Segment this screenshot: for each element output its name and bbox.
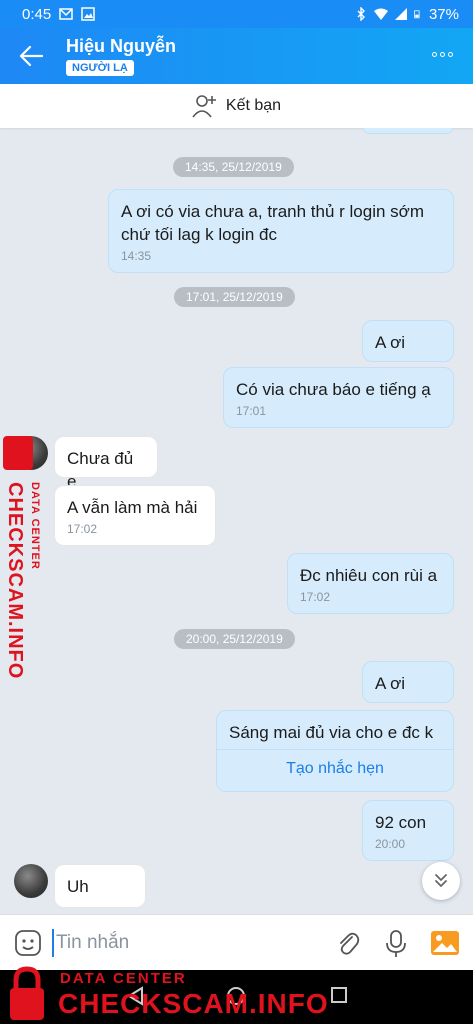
- message-bubble-outgoing[interactable]: A ơi: [362, 320, 454, 362]
- image-icon[interactable]: [430, 929, 460, 957]
- nav-home-icon[interactable]: [226, 986, 246, 1006]
- message-bubble-outgoing[interactable]: 92 con 20:00: [362, 800, 454, 861]
- message-text: A ơi: [375, 333, 406, 352]
- add-friend-button[interactable]: Kết bạn: [0, 84, 473, 128]
- scroll-down-icon: [435, 874, 447, 887]
- wifi-icon: [373, 8, 388, 20]
- system-nav-bar: [0, 970, 473, 1024]
- message-bubble-incoming[interactable]: A vẫn làm mà hải 17:02: [54, 485, 216, 546]
- sticker-icon[interactable]: [14, 929, 42, 957]
- stranger-badge: NGƯỜI LẠ: [66, 60, 134, 76]
- message-time: 20:00: [375, 837, 406, 851]
- message-bubble-outgoing[interactable]: Sáng mai đủ via cho e đc k: [216, 710, 454, 792]
- add-friend-icon: [192, 95, 216, 118]
- partial-message: [362, 128, 454, 134]
- attachment-icon[interactable]: [336, 929, 360, 957]
- message-text: Đc nhiêu con rùi a: [300, 566, 438, 585]
- message-bubble-outgoing[interactable]: Có via chưa báo e tiếng ạ 17:01: [223, 367, 454, 428]
- message-time: 17:02: [67, 522, 98, 536]
- bluetooth-icon: [357, 7, 365, 21]
- status-time: 0:45: [22, 5, 52, 23]
- message-bubble-incoming[interactable]: Uh: [54, 864, 146, 908]
- scroll-down-button[interactable]: [422, 862, 460, 900]
- date-divider: 14:35, 25/12/2019: [173, 157, 294, 177]
- message-text: Uh: [67, 877, 89, 896]
- gallery-notification-icon: [81, 7, 95, 21]
- date-divider: 20:00, 25/12/2019: [174, 629, 295, 649]
- message-time: 17:01: [236, 404, 267, 418]
- message-time: 14:35: [121, 249, 152, 263]
- more-options-icon[interactable]: [432, 52, 453, 57]
- nav-recents-icon[interactable]: [330, 986, 348, 1004]
- status-bar: 0:45 37%: [0, 0, 473, 28]
- nav-back-icon[interactable]: [126, 986, 146, 1006]
- message-input[interactable]: Tin nhắn: [52, 929, 312, 957]
- message-text: A vẫn làm mà hải: [67, 498, 198, 517]
- message-text: 92 con: [375, 813, 427, 832]
- message-bubble-outgoing[interactable]: A ơi có via chưa a, tranh thủ r login sớ…: [108, 189, 454, 273]
- message-bubble-incoming[interactable]: Chưa đủ e: [54, 436, 158, 491]
- message-text: A ơi có via chưa a, tranh thủ r login sớ…: [121, 202, 424, 244]
- message-time: 17:02: [300, 590, 331, 604]
- battery-level: 37%: [428, 5, 459, 23]
- create-reminder-link[interactable]: Tạo nhắc hẹn: [216, 760, 454, 778]
- back-arrow-icon[interactable]: [18, 44, 44, 68]
- message-input-bar: Tin nhắn: [0, 914, 473, 970]
- microphone-icon[interactable]: [385, 929, 407, 959]
- gmail-icon: [59, 8, 73, 20]
- add-friend-label: Kết bạn: [225, 97, 282, 114]
- message-bubble-outgoing[interactable]: Đc nhiêu con rùi a 17:02: [287, 553, 454, 614]
- battery-icon: [414, 10, 420, 19]
- chat-header: Hiệu Nguyễn NGƯỜI LẠ: [0, 28, 473, 84]
- message-text: Sáng mai đủ via cho e đc k: [229, 723, 434, 742]
- contact-name[interactable]: Hiệu Nguyễn: [66, 36, 176, 57]
- message-list[interactable]: 14:35, 25/12/2019 A ơi có via chưa a, tr…: [0, 128, 473, 914]
- message-text: A ơi: [375, 674, 406, 693]
- contact-avatar[interactable]: [14, 864, 48, 898]
- date-divider: 17:01, 25/12/2019: [174, 287, 295, 307]
- contact-avatar[interactable]: [14, 436, 48, 470]
- message-text: Có via chưa báo e tiếng ạ: [236, 380, 431, 399]
- signal-icon: [394, 8, 407, 20]
- message-bubble-outgoing[interactable]: A ơi: [362, 661, 454, 703]
- reminder-divider: [216, 749, 454, 750]
